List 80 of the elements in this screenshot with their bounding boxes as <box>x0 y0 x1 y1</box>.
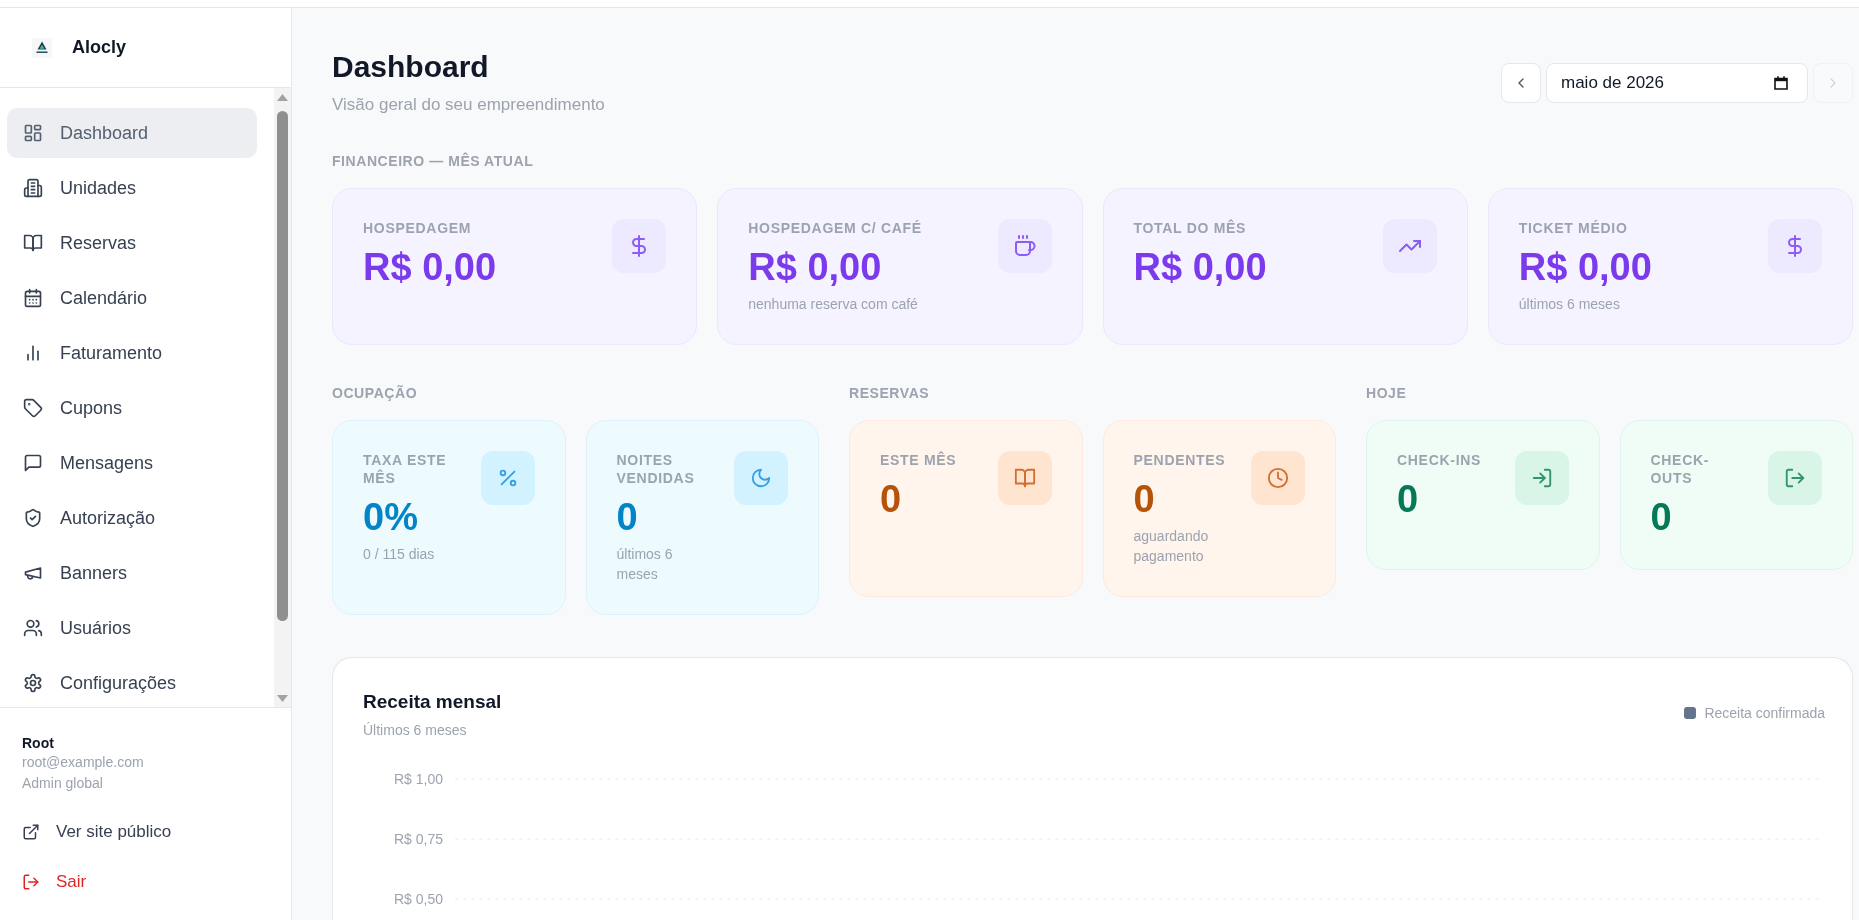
nav-item[interactable]: Dashboard <box>7 108 257 158</box>
coffee-cup-icon <box>997 219 1052 273</box>
axis-label: R$ 1,00 <box>393 771 443 787</box>
nav-item[interactable]: Usuários <box>7 603 257 653</box>
layout-grid-icon <box>23 123 43 143</box>
nav-item[interactable]: Unidades <box>7 163 257 213</box>
stat-label: HOSPEDAGEM C/ CAFÉ <box>748 219 923 237</box>
stat-note: 0 / 115 dias <box>363 545 436 564</box>
building-icon <box>23 178 43 198</box>
scrollbar-thumb[interactable] <box>277 111 288 621</box>
moon-icon <box>734 451 788 505</box>
stat-label: HOSPEDAGEM <box>363 219 473 237</box>
section-heading: RESERVAS <box>849 384 931 402</box>
nav-item[interactable]: Cupons <box>7 383 257 433</box>
nav-item[interactable]: Faturamento <box>7 328 257 378</box>
stat-note: últimos 6 meses <box>1518 295 1621 314</box>
stat-value: 0 <box>1650 495 1673 539</box>
external-link-icon <box>22 823 40 841</box>
dollar-icon <box>612 219 667 273</box>
section-heading: HOJE <box>1366 384 1408 402</box>
stat-label: NOITES VENDIDAS <box>616 451 696 487</box>
scrollbar[interactable] <box>274 88 291 707</box>
stat-label: TOTAL DO MÊS <box>1133 219 1248 237</box>
scroll-down-icon[interactable] <box>277 695 288 702</box>
shield-check-icon <box>23 508 43 528</box>
settings-icon <box>23 673 43 693</box>
open-book-icon <box>997 451 1052 505</box>
stat-value: 0% <box>363 495 419 539</box>
axis-label: R$ 0,75 <box>393 831 443 847</box>
stat-note: últimos 6 meses <box>616 545 674 584</box>
nav-item[interactable]: Configurações <box>7 658 257 707</box>
trend-up-icon <box>1382 219 1437 273</box>
nav-item[interactable]: Calendário <box>7 273 257 323</box>
page-subtitle: Visão geral do seu empreendimento <box>332 94 605 116</box>
brand-name: Alocly <box>72 37 127 58</box>
user-role: Admin global <box>22 774 104 793</box>
chart-subtitle: Últimos 6 meses <box>363 721 468 739</box>
user-email: root@example.com <box>22 753 145 772</box>
stat-value: 0 <box>880 477 903 521</box>
user-name: Root <box>22 734 55 752</box>
stat-value: 0 <box>616 495 639 539</box>
calendar-icon <box>1773 75 1789 91</box>
scroll-up-icon[interactable] <box>277 94 288 101</box>
stat-note: aguardando pagamento <box>1133 527 1210 566</box>
previous-month-button[interactable] <box>1501 63 1541 103</box>
month-field[interactable]: maio de 2026 <box>1546 63 1808 103</box>
nav-item[interactable]: Banners <box>7 548 257 598</box>
calendar-icon <box>23 288 43 308</box>
axis-label: R$ 0,50 <box>393 891 443 907</box>
stat-value: R$ 0,00 <box>748 245 883 289</box>
stat-label: CHECK-INS <box>1397 451 1483 469</box>
stat-label: TAXA ESTE MÊS <box>363 451 448 487</box>
page-title: Dashboard <box>332 50 490 84</box>
nav-item[interactable]: Autorização <box>7 493 257 543</box>
section-heading: OCUPAÇÃO <box>332 384 419 402</box>
stat-label: ESTE MÊS <box>880 451 958 469</box>
stat-value: R$ 0,00 <box>363 245 498 289</box>
legend-label: Receita confirmada <box>1704 704 1825 722</box>
nav-item[interactable]: Reservas <box>7 218 257 268</box>
chart-title: Receita mensal <box>363 690 502 714</box>
public-site-link[interactable]: Ver site público <box>22 820 172 844</box>
open-book-icon <box>23 233 43 253</box>
logo-icon <box>32 37 52 58</box>
stat-value: 0 <box>1133 477 1156 521</box>
stat-label: PENDENTES <box>1133 451 1227 469</box>
logout-link[interactable]: Sair <box>22 870 87 894</box>
tag-icon <box>23 398 43 418</box>
stat-label: CHECK-OUTS <box>1650 451 1711 487</box>
stat-value: 0 <box>1397 477 1420 521</box>
stat-label: TICKET MÉDIO <box>1518 219 1629 237</box>
speech-bubble-icon <box>23 453 43 473</box>
stat-value: R$ 0,00 <box>1518 245 1653 289</box>
section-heading: FINANCEIRO — MÊS ATUAL <box>332 152 535 170</box>
users-icon <box>23 618 43 638</box>
clock-icon <box>1251 451 1305 505</box>
stat-value: R$ 0,00 <box>1133 245 1268 289</box>
dollar-icon <box>1768 219 1822 273</box>
stat-note: nenhuma reserva com café <box>748 295 919 314</box>
nav-item[interactable]: Mensagens <box>7 438 257 488</box>
percent-icon <box>480 451 535 505</box>
